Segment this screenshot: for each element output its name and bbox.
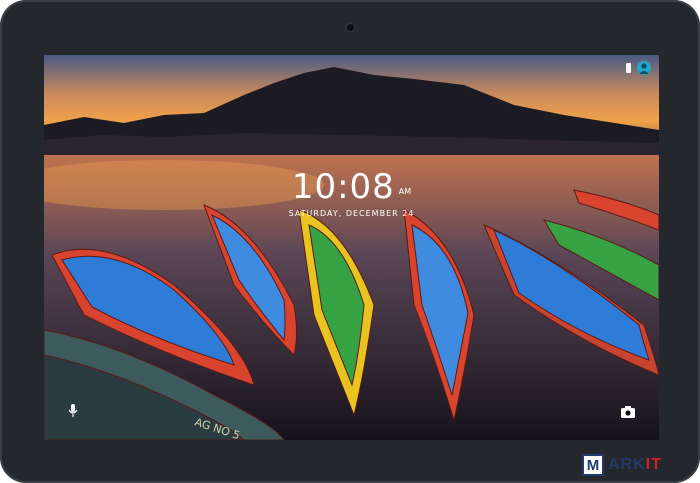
watermark-text-main: ARK (608, 456, 646, 473)
status-bar (626, 61, 651, 75)
watermark-text-accent: IT (645, 456, 662, 473)
user-avatar-icon[interactable] (637, 61, 651, 75)
clock-ampm: AM (398, 187, 412, 196)
clock-time: 10:08 (291, 167, 395, 207)
wallpaper-image: AG NO 5 (44, 55, 659, 440)
clock-date: SATURDAY, DECEMBER 24 (288, 209, 415, 218)
watermark-logo-letter: M (582, 454, 604, 476)
front-camera (345, 22, 356, 33)
markit-watermark: M ARKIT (582, 452, 698, 478)
watermark-text: ARKIT (608, 456, 662, 474)
microphone-icon[interactable] (68, 403, 78, 422)
lock-screen[interactable]: AG NO 5 10:08 AM SATURDAY, DECEMBER 24 (44, 55, 659, 440)
camera-icon[interactable] (621, 403, 635, 422)
battery-icon (626, 63, 631, 73)
lock-clock: 10:08 AM (44, 167, 659, 207)
tablet-device: AG NO 5 10:08 AM SATURDAY, DECEMBER 24 (0, 0, 700, 483)
